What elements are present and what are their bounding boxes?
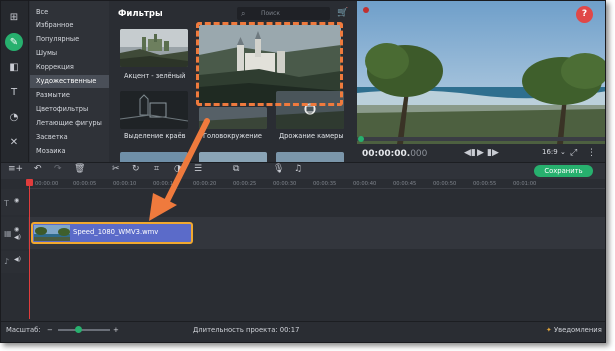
filter-thumbnail[interactable] [120, 29, 188, 67]
ruler-tick: 00:00:40 [353, 181, 377, 187]
beach-preview-image [357, 1, 605, 144]
edit-toolbar [1, 162, 605, 179]
cut-icon[interactable]: ✂ [112, 164, 120, 174]
step-back-icon[interactable]: ◀▮ [464, 148, 476, 158]
highlight-frame [196, 22, 343, 106]
import-icon[interactable]: ⊞ [5, 8, 23, 26]
save-button[interactable]: Сохранить [534, 165, 593, 177]
category-list: Все Избранное Популярные Шумы Коррекция … [30, 1, 137, 162]
record-indicator [363, 7, 369, 13]
overlay-icon[interactable]: ⧉ [233, 164, 239, 174]
redo-icon[interactable]: ↷ [54, 164, 62, 174]
zoom-handle[interactable] [75, 326, 82, 333]
step-forward-icon[interactable]: ▮▶ [487, 148, 499, 158]
audio-lane[interactable] [28, 249, 605, 273]
filter-label: Акцент - зелёный [124, 72, 186, 80]
aspect-ratio-select[interactable]: 16:9 ⌄ [542, 148, 566, 156]
ruler-tick: 00:00:55 [473, 181, 497, 187]
add-track-icon[interactable]: ≡+ [8, 164, 23, 174]
delete-icon[interactable]: 🗑 [74, 164, 85, 174]
fullscreen-icon[interactable]: ⤢ [570, 148, 577, 158]
search-icon: ⌕ [241, 9, 246, 18]
timecode-fraction: 000 [410, 149, 428, 159]
ruler-tick: 00:00:25 [233, 181, 257, 187]
more-options-icon[interactable]: ⋮ [587, 148, 596, 158]
category-item[interactable]: Цветофильтры [30, 103, 109, 116]
filters-icon[interactable]: ✎ [5, 33, 23, 51]
category-item[interactable]: Шумы [30, 47, 109, 60]
audio-wave-icon[interactable]: ♫ [294, 164, 302, 174]
zoom-in-icon[interactable]: + [113, 326, 119, 334]
audio-track-header: ♪ ◀) [1, 251, 28, 273]
title-track-header: T ◉ [1, 189, 28, 215]
notifications-link[interactable]: Уведомления [554, 326, 602, 334]
clip-thumbnail [34, 225, 70, 241]
more-tools-icon[interactable]: ✕ [5, 133, 23, 151]
microphone-icon[interactable]: 🎙 [273, 164, 284, 174]
timecode-main: 00:00:00. [362, 149, 411, 159]
pointer-arrow-icon [149, 118, 210, 221]
category-item[interactable]: Мозаика [30, 145, 109, 158]
playhead-handle[interactable] [26, 179, 33, 186]
help-button[interactable]: ? [576, 6, 593, 23]
panel-title: Фильтры [118, 9, 163, 19]
category-item[interactable]: Популярные [30, 33, 109, 46]
ruler-tick: 00:00:35 [313, 181, 337, 187]
video-preview[interactable] [357, 1, 605, 144]
volume-icon[interactable]: ◀) [14, 234, 21, 241]
video-track-icon: ▦ [4, 229, 12, 238]
empty-lane[interactable] [28, 273, 605, 321]
category-item[interactable]: Коррекция [30, 61, 109, 74]
ruler-tick: 00:00:10 [113, 181, 137, 187]
stickers-icon[interactable]: ◔ [5, 108, 23, 126]
filter-label: Дрожание камеры [279, 132, 344, 140]
status-bar [1, 321, 605, 342]
play-icon[interactable]: ▶ [477, 148, 484, 158]
ruler-tick: 00:00:30 [273, 181, 297, 187]
project-duration: Длительность проекта: 00:17 [193, 326, 300, 334]
titles-icon[interactable]: T [5, 83, 23, 101]
zoom-label: Масштаб: [6, 326, 41, 334]
ruler-tick: 00:00:05 [73, 181, 97, 187]
category-item[interactable]: Летающие фигуры [30, 117, 109, 130]
ruler-tick: 00:00:45 [393, 181, 417, 187]
ruler-tick: 00:01:00 [513, 181, 537, 187]
bell-icon: ✦ [546, 326, 552, 334]
category-item-selected[interactable]: Художественные [30, 75, 109, 88]
transitions-icon[interactable]: ◧ [5, 58, 23, 76]
playhead[interactable] [29, 179, 30, 319]
ruler-tick: 00:00:50 [433, 181, 457, 187]
text-track-icon: T [4, 199, 9, 208]
undo-icon[interactable]: ↶ [34, 164, 42, 174]
castle-green-image [120, 29, 188, 67]
category-item[interactable]: Избранное [30, 19, 109, 32]
music-track-icon: ♪ [4, 257, 10, 266]
app-window: ⊞ ✎ ◧ T ◔ ✕ Все Избранное Популярные Шум… [0, 0, 606, 343]
visibility-icon[interactable]: ◉ [14, 197, 19, 204]
timecode: 00:00:00.000 [362, 149, 427, 159]
zoom-out-icon[interactable]: − [47, 326, 53, 334]
filter-thumbnail[interactable] [276, 152, 344, 162]
rotate-icon[interactable]: ↻ [132, 164, 140, 174]
category-item[interactable]: Размытие [30, 89, 109, 102]
category-item[interactable]: Все [30, 6, 109, 19]
video-track-header: ▦ ◉ ◀) [1, 217, 28, 249]
volume-icon[interactable]: ◀) [14, 256, 21, 263]
title-lane[interactable] [28, 189, 605, 217]
ruler-tick: 00:00:00 [35, 181, 59, 187]
preview-scrubber[interactable] [357, 137, 605, 141]
category-item[interactable]: Засветка [30, 131, 109, 144]
visibility-icon[interactable]: ◉ [14, 226, 19, 233]
store-icon[interactable]: 🛒 [337, 7, 349, 20]
scrubber-handle[interactable] [358, 136, 364, 142]
zoom-slider[interactable] [58, 329, 110, 331]
